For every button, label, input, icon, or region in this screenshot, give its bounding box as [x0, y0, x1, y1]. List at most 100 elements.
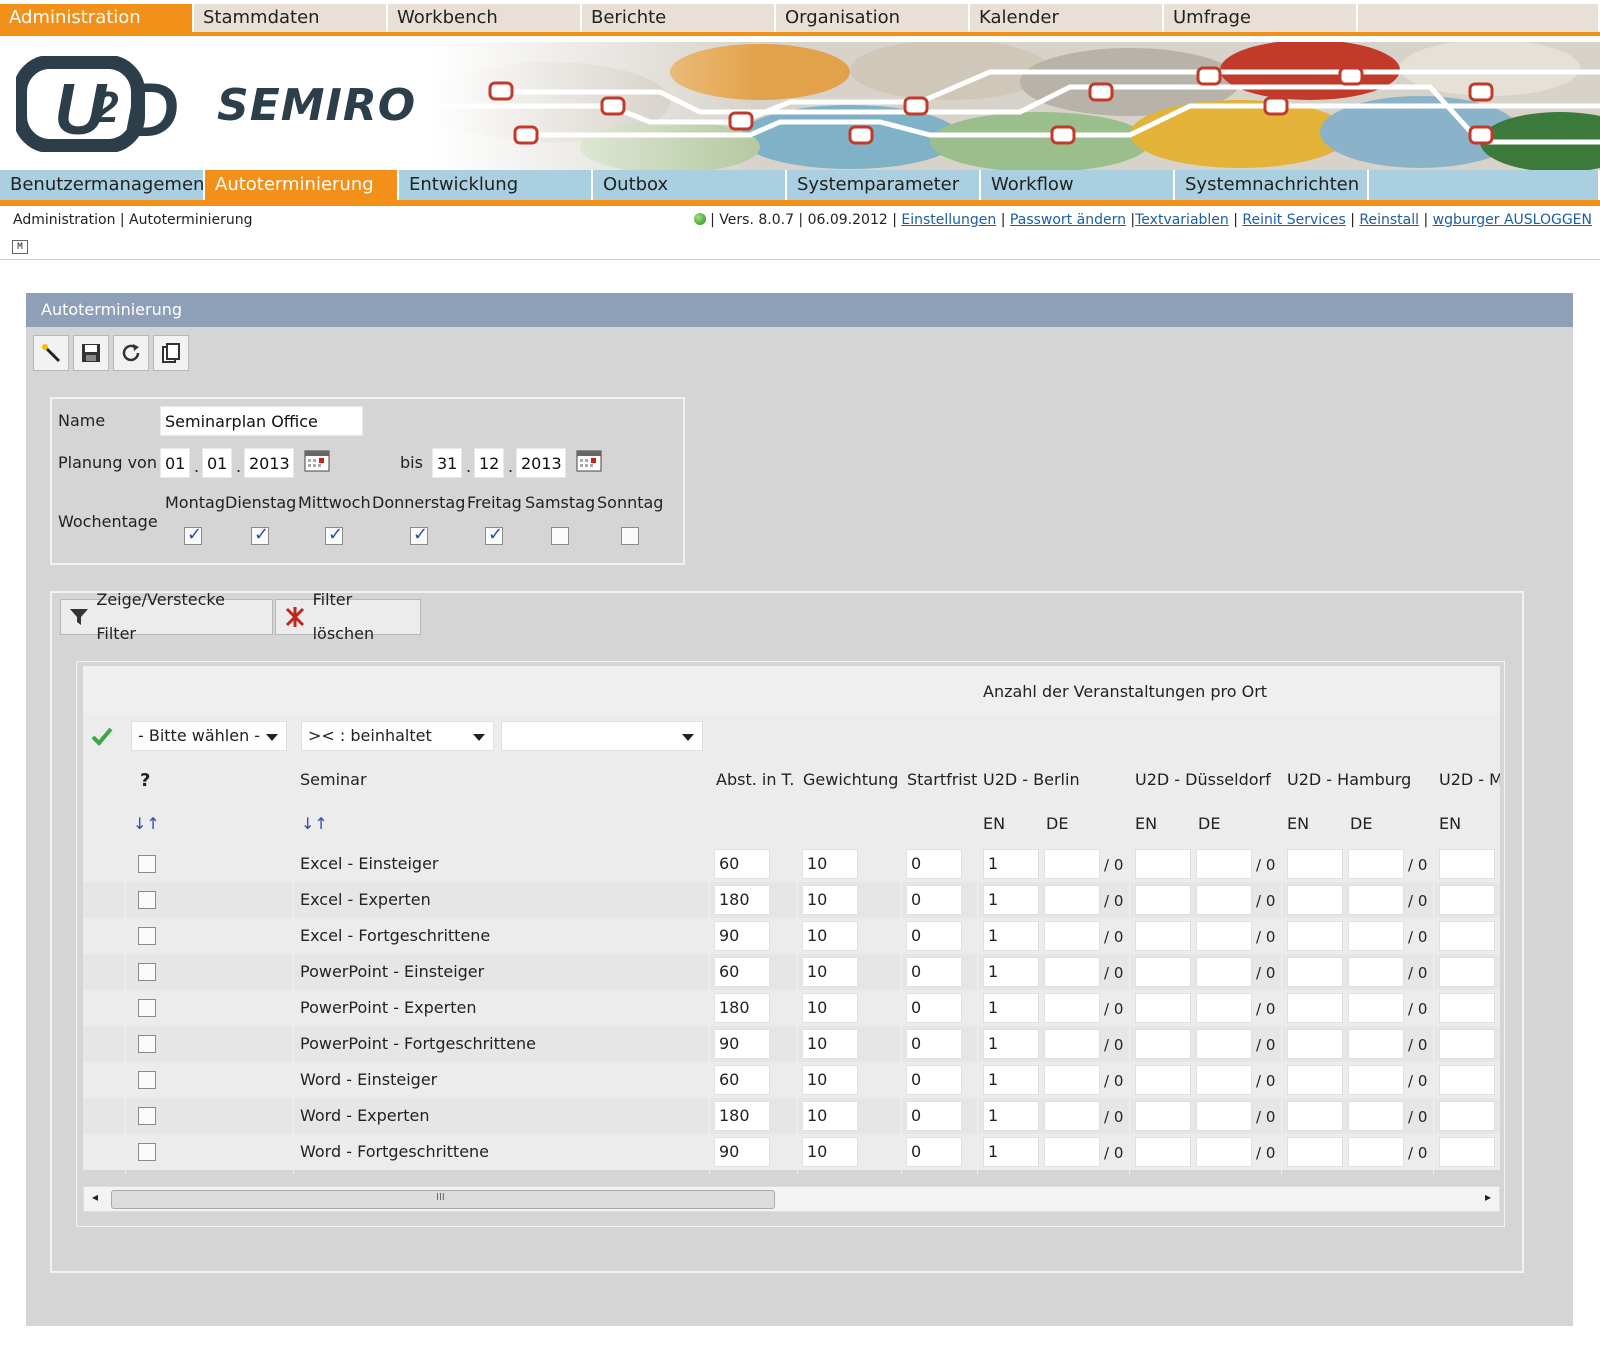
- menu-toggle-icon[interactable]: M: [12, 240, 28, 254]
- startfrist-input[interactable]: 0: [906, 921, 962, 951]
- startfrist-input[interactable]: 0: [906, 1137, 962, 1167]
- link-passwort-aendern[interactable]: Passwort ändern: [1010, 212, 1126, 228]
- link-einstellungen[interactable]: Einstellungen: [901, 212, 996, 228]
- row-select-checkbox[interactable]: [138, 963, 156, 981]
- row-select-checkbox[interactable]: [138, 891, 156, 909]
- filter-field-select[interactable]: - Bitte wählen -: [131, 721, 287, 751]
- location-en-input[interactable]: 1: [983, 849, 1039, 879]
- location-de-input[interactable]: [1196, 921, 1252, 951]
- save-button[interactable]: [73, 335, 109, 371]
- location-de-input[interactable]: [1348, 1029, 1404, 1059]
- location-de-input[interactable]: [1348, 921, 1404, 951]
- calendar-icon[interactable]: [304, 449, 330, 473]
- startfrist-input[interactable]: 0: [906, 849, 962, 879]
- weekday-checkbox-donnerstag[interactable]: [410, 524, 428, 545]
- gewichtung-input[interactable]: 10: [802, 849, 858, 879]
- sort-arrows-icon[interactable]: ↓↑: [133, 814, 160, 833]
- location-en-input[interactable]: [1287, 1101, 1343, 1131]
- startfrist-input[interactable]: 0: [906, 1065, 962, 1095]
- subtab-benutzermanagement[interactable]: Benutzermanagement: [0, 170, 211, 200]
- weekday-checkbox-freitag[interactable]: [485, 524, 503, 545]
- tab-umfrage[interactable]: Umfrage: [1164, 4, 1358, 32]
- location-en-input[interactable]: [1439, 957, 1495, 987]
- row-select-checkbox[interactable]: [138, 1143, 156, 1161]
- location-de-input[interactable]: [1044, 1101, 1100, 1131]
- from-day-input[interactable]: 01: [160, 448, 190, 478]
- location-en-input[interactable]: 1: [983, 1029, 1039, 1059]
- to-year-input[interactable]: 2013: [516, 448, 566, 478]
- location-de-input[interactable]: [1044, 885, 1100, 915]
- link-textvariablen[interactable]: Textvariablen: [1135, 212, 1229, 228]
- abst-input[interactable]: 60: [714, 957, 770, 987]
- weekday-checkbox-samstag[interactable]: [551, 527, 569, 545]
- row-select-checkbox[interactable]: [138, 855, 156, 873]
- gewichtung-input[interactable]: 10: [802, 1101, 858, 1131]
- row-select-checkbox[interactable]: [138, 1107, 156, 1125]
- header-abst[interactable]: Abst. in T.: [716, 770, 795, 789]
- location-en-input[interactable]: [1439, 1137, 1495, 1167]
- location-de-input[interactable]: [1044, 993, 1100, 1023]
- location-en-input[interactable]: [1287, 993, 1343, 1023]
- help-icon[interactable]: ?: [140, 770, 150, 791]
- refresh-button[interactable]: [113, 335, 149, 371]
- location-de-input[interactable]: [1196, 1065, 1252, 1095]
- location-en-input[interactable]: 1: [983, 1137, 1039, 1167]
- startfrist-input[interactable]: 0: [906, 1029, 962, 1059]
- abst-input[interactable]: 90: [714, 921, 770, 951]
- link-reinit-services[interactable]: Reinit Services: [1242, 212, 1345, 228]
- horizontal-scrollbar[interactable]: ◂ III ▸: [83, 1186, 1500, 1212]
- location-de-input[interactable]: [1044, 849, 1100, 879]
- tab-workbench[interactable]: Workbench: [388, 4, 582, 32]
- subtab-systemparameter[interactable]: Systemparameter: [787, 170, 981, 200]
- weekday-checkbox-montag[interactable]: [184, 524, 202, 545]
- location-de-input[interactable]: [1044, 921, 1100, 951]
- scroll-right-icon[interactable]: ▸: [1485, 1190, 1491, 1204]
- location-en-input[interactable]: 1: [983, 921, 1039, 951]
- location-en-input[interactable]: [1287, 1065, 1343, 1095]
- subtab-outbox[interactable]: Outbox: [593, 170, 787, 200]
- location-en-input[interactable]: [1135, 1137, 1191, 1167]
- location-en-input[interactable]: [1287, 1137, 1343, 1167]
- location-de-input[interactable]: [1044, 1065, 1100, 1095]
- location-de-input[interactable]: [1196, 993, 1252, 1023]
- link-logout[interactable]: wgburger AUSLOGGEN: [1433, 212, 1592, 228]
- location-de-input[interactable]: [1348, 957, 1404, 987]
- location-de-input[interactable]: [1044, 1137, 1100, 1167]
- weekday-checkbox-sonntag[interactable]: [621, 527, 639, 545]
- location-de-input[interactable]: [1348, 1065, 1404, 1095]
- location-en-input[interactable]: [1287, 957, 1343, 987]
- location-de-input[interactable]: [1348, 993, 1404, 1023]
- name-input[interactable]: Seminarplan Office: [160, 406, 363, 436]
- gewichtung-input[interactable]: 10: [802, 1065, 858, 1095]
- location-en-input[interactable]: [1439, 1101, 1495, 1131]
- location-en-input[interactable]: [1287, 849, 1343, 879]
- gewichtung-input[interactable]: 10: [802, 957, 858, 987]
- location-en-input[interactable]: [1439, 921, 1495, 951]
- location-en-input[interactable]: [1287, 921, 1343, 951]
- from-year-input[interactable]: 2013: [244, 448, 294, 478]
- location-en-input[interactable]: [1439, 885, 1495, 915]
- location-en-input[interactable]: [1439, 993, 1495, 1023]
- location-en-input[interactable]: [1287, 1029, 1343, 1059]
- gewichtung-input[interactable]: 10: [802, 1137, 858, 1167]
- gewichtung-input[interactable]: 10: [802, 993, 858, 1023]
- filter-operator-select[interactable]: >< : beinhaltet: [301, 721, 494, 751]
- calendar-icon[interactable]: [576, 449, 602, 473]
- location-en-input[interactable]: 1: [983, 1101, 1039, 1131]
- location-en-input[interactable]: [1135, 849, 1191, 879]
- row-select-checkbox[interactable]: [138, 927, 156, 945]
- location-en-input[interactable]: 1: [983, 885, 1039, 915]
- location-en-input[interactable]: [1439, 849, 1495, 879]
- abst-input[interactable]: 180: [714, 993, 770, 1023]
- gewichtung-input[interactable]: 10: [802, 921, 858, 951]
- location-en-input[interactable]: 1: [983, 1065, 1039, 1095]
- location-de-input[interactable]: [1196, 957, 1252, 987]
- tab-kalender[interactable]: Kalender: [970, 4, 1164, 32]
- location-en-input[interactable]: [1135, 1101, 1191, 1131]
- subtab-autoterminierung[interactable]: Autoterminierung: [205, 170, 399, 200]
- apply-filter-icon[interactable]: [91, 726, 113, 746]
- location-de-input[interactable]: [1348, 885, 1404, 915]
- weekday-checkbox-mittwoch[interactable]: [325, 524, 343, 545]
- location-de-input[interactable]: [1196, 1029, 1252, 1059]
- abst-input[interactable]: 60: [714, 1065, 770, 1095]
